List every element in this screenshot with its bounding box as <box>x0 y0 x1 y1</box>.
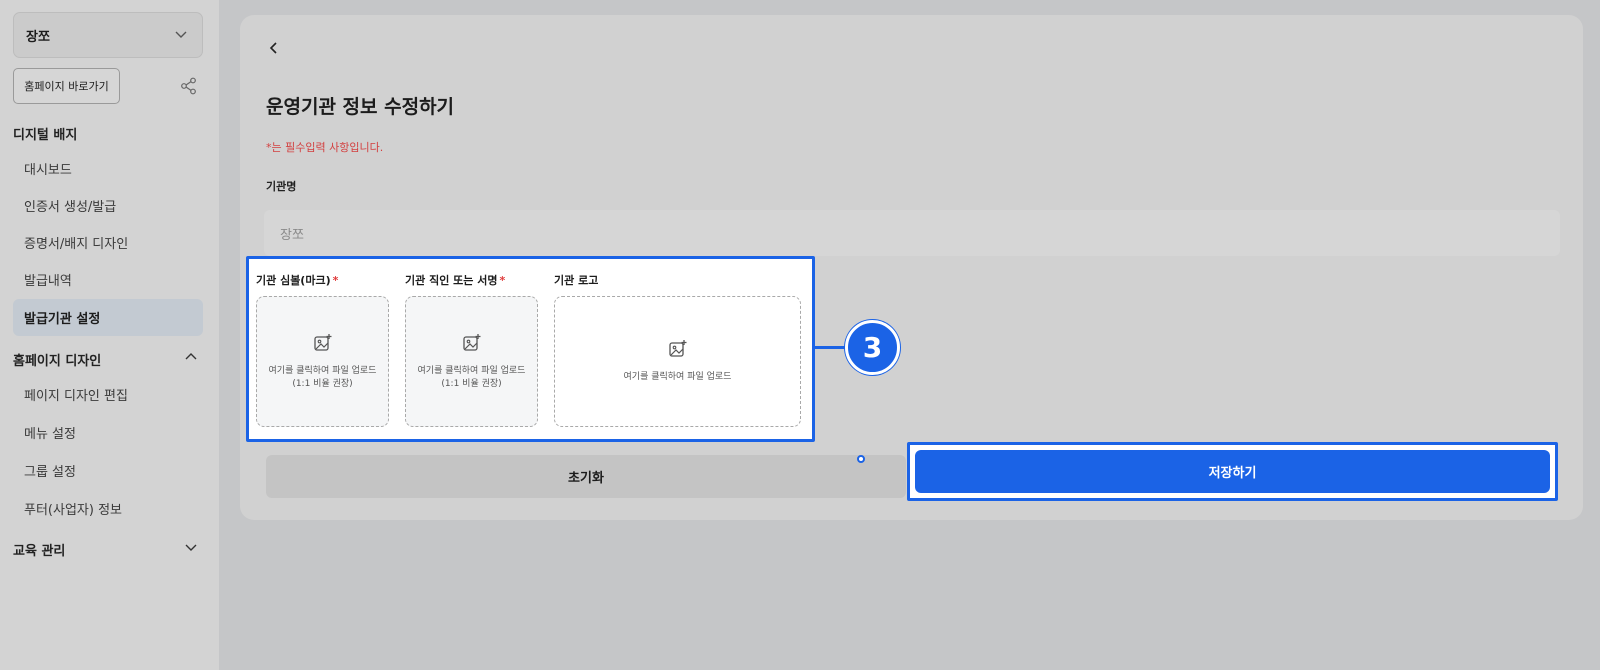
sidebar: 장쪼 홈페이지 바로가기 디지털 배지 대시보드 인증서 생성/발급 증명서/배… <box>0 0 219 670</box>
dropzone-text: 여기를 클릭하여 파일 업로드 <box>623 372 732 382</box>
sidebar-item-label: 발급기관 설정 <box>24 312 101 327</box>
sidebar-item-label: 인증서 생성/발급 <box>24 200 117 215</box>
sidebar-group-homepage-design[interactable]: 홈페이지 디자인 <box>13 350 203 369</box>
image-add-icon <box>313 333 333 357</box>
seal-upload-label: 기관 직인 또는 서명 * <box>405 272 505 288</box>
save-button-label: 저장하기 <box>1208 466 1257 481</box>
image-add-icon <box>668 339 688 363</box>
sidebar-group-label: 홈페이지 디자인 <box>13 354 102 369</box>
sidebar-item-menu-settings[interactable]: 메뉴 설정 <box>13 414 203 451</box>
reset-button-label: 초기화 <box>568 471 604 486</box>
dropzone-hint: (1:1 비율 권장) <box>441 378 502 389</box>
sidebar-item-label: 푸터(사업자) 정보 <box>24 503 122 518</box>
sidebar-item-page-design-edit[interactable]: 페이지 디자인 편집 <box>13 376 203 413</box>
chevron-up-icon <box>184 350 198 368</box>
sidebar-item-group-settings[interactable]: 그룹 설정 <box>13 452 203 489</box>
chevron-down-icon <box>174 27 188 45</box>
image-add-icon <box>462 333 482 357</box>
sidebar-item-label: 발급내역 <box>24 274 72 289</box>
save-button-highlight: 저장하기 <box>907 442 1558 501</box>
callout-connector <box>815 346 845 349</box>
sidebar-group-education[interactable]: 교육 관리 <box>13 540 203 559</box>
chevron-down-icon <box>184 540 198 558</box>
seal-upload-label-text: 기관 직인 또는 서명 <box>405 274 498 287</box>
sidebar-item-footer-info[interactable]: 푸터(사업자) 정보 <box>13 490 203 527</box>
dropzone-hint: (1:1 비율 권장) <box>292 378 353 389</box>
homepage-shortcut-label: 홈페이지 바로가기 <box>24 80 109 93</box>
dropzone-text: 여기를 클릭하여 파일 업로드 <box>268 365 377 376</box>
sidebar-group-label: 교육 관리 <box>13 544 66 559</box>
sidebar-item-label: 증명서/배지 디자인 <box>24 237 129 252</box>
institution-name-input[interactable]: 장쪼 <box>264 210 1560 256</box>
dropzone-text: 여기를 클릭하여 파일 업로드 <box>417 365 526 376</box>
required-note: *는 필수입력 사항입니다. <box>266 141 384 154</box>
upload-section-highlight: 기관 심볼(마크) * 기관 직인 또는 서명 * 기관 로고 여기를 클릭하여 파… <box>246 256 815 442</box>
sidebar-item-label: 메뉴 설정 <box>24 427 76 442</box>
share-icon[interactable] <box>180 77 198 99</box>
sidebar-item-label: 페이지 디자인 편집 <box>24 389 128 404</box>
sidebar-item-certificate-issue[interactable]: 인증서 생성/발급 <box>13 187 203 224</box>
sidebar-item-label: 대시보드 <box>24 163 72 178</box>
step-number: 3 <box>862 331 883 364</box>
institution-name-label: 기관명 <box>266 180 297 193</box>
step-callout-badge: 3 <box>845 320 900 375</box>
sidebar-item-dashboard[interactable]: 대시보드 <box>13 150 203 187</box>
logo-dropzone[interactable]: 여기를 클릭하여 파일 업로드 <box>554 296 801 427</box>
institution-name-value: 장쪼 <box>280 227 304 243</box>
sidebar-item-issuer-settings[interactable]: 발급기관 설정 <box>13 299 203 336</box>
seal-dropzone[interactable]: 여기를 클릭하여 파일 업로드 (1:1 비율 권장) <box>405 296 538 427</box>
sidebar-item-issue-history[interactable]: 발급내역 <box>13 261 203 298</box>
sidebar-group-label: 디지털 배지 <box>13 128 78 143</box>
logo-upload-label-text: 기관 로고 <box>554 274 599 287</box>
organization-select-value: 장쪼 <box>26 29 50 45</box>
organization-select[interactable]: 장쪼 <box>13 12 203 58</box>
symbol-upload-label-text: 기관 심볼(마크) <box>256 274 331 287</box>
required-star: * <box>332 274 339 287</box>
connector-dot <box>857 455 865 463</box>
sidebar-item-badge-design[interactable]: 증명서/배지 디자인 <box>13 224 203 261</box>
symbol-dropzone[interactable]: 여기를 클릭하여 파일 업로드 (1:1 비율 권장) <box>256 296 389 427</box>
logo-upload-label: 기관 로고 <box>554 272 598 288</box>
reset-button[interactable]: 초기화 <box>266 455 906 498</box>
save-button[interactable]: 저장하기 <box>915 450 1550 493</box>
sidebar-group-digital-badge[interactable]: 디지털 배지 <box>13 124 77 143</box>
page-title: 운영기관 정보 수정하기 <box>266 96 455 118</box>
required-star: * <box>499 274 506 287</box>
back-arrow-icon[interactable] <box>267 40 281 59</box>
symbol-upload-label: 기관 심볼(마크) * <box>256 272 338 288</box>
homepage-shortcut-button[interactable]: 홈페이지 바로가기 <box>13 68 120 104</box>
sidebar-item-label: 그룹 설정 <box>24 465 76 480</box>
